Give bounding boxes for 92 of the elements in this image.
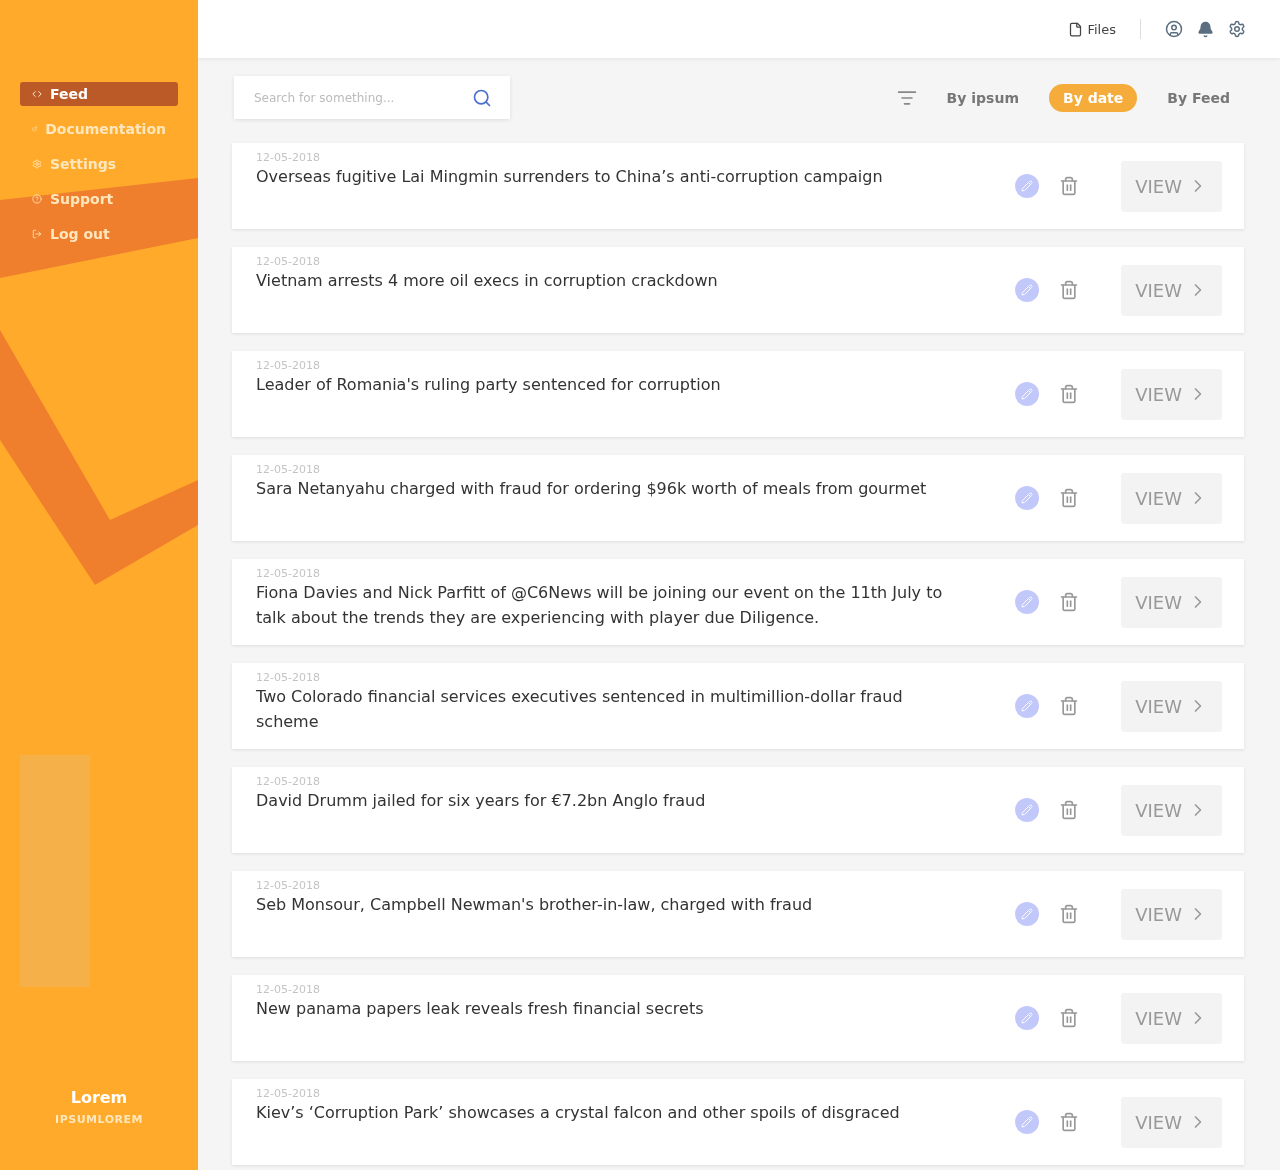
trash-icon bbox=[1059, 1112, 1080, 1132]
feed-date: 12-05-2018 bbox=[256, 567, 321, 580]
delete-button[interactable] bbox=[1059, 384, 1080, 404]
edit-button[interactable] bbox=[1015, 382, 1040, 406]
view-button[interactable]: VIEW bbox=[1121, 888, 1222, 940]
pencil-icon bbox=[1021, 180, 1034, 192]
feed-date: 12-05-2018 bbox=[256, 671, 321, 684]
trash-icon bbox=[1059, 384, 1080, 404]
external-link-icon bbox=[32, 124, 38, 134]
view-button[interactable]: VIEW bbox=[1121, 1096, 1222, 1148]
feed-date: 12-05-2018 bbox=[256, 255, 321, 268]
feed-title: Kiev’s ‘Corruption Park’ showcases a crystal falcon and other spoils of disgraced bbox=[256, 1102, 901, 1124]
view-button[interactable]: VIEW bbox=[1121, 680, 1222, 732]
edit-button[interactable] bbox=[1015, 590, 1040, 614]
view-button[interactable]: VIEW bbox=[1121, 368, 1222, 420]
feed-title: Leader of Romania's ruling party sentenced for corruption bbox=[256, 374, 722, 396]
brand-subtitle: IPSUMLOREM bbox=[55, 1113, 143, 1126]
feed-title: David Drumm jailed for six years for €7.2bn Anglo fraud bbox=[256, 790, 707, 812]
search-icon[interactable] bbox=[472, 87, 492, 108]
edit-button[interactable] bbox=[1015, 1110, 1040, 1134]
trash-icon bbox=[1059, 800, 1080, 820]
delete-button[interactable] bbox=[1059, 488, 1080, 508]
trash-icon bbox=[1059, 904, 1080, 924]
edit-button[interactable] bbox=[1015, 486, 1040, 510]
edit-button[interactable] bbox=[1015, 902, 1040, 926]
feed-date: 12-05-2018 bbox=[256, 879, 321, 892]
trash-icon bbox=[1059, 592, 1080, 612]
feed-title: Vietnam arrests 4 more oil execs in corruption crackdown bbox=[256, 270, 719, 292]
feed-date: 12-05-2018 bbox=[256, 983, 321, 996]
trash-icon bbox=[1059, 176, 1080, 196]
view-button[interactable]: VIEW bbox=[1121, 784, 1222, 836]
feed-title: Sara Netanyahu charged with fraud for ordering $96k worth of meals from gourmet bbox=[256, 478, 928, 500]
logout-icon bbox=[32, 229, 42, 239]
sort-tab[interactable]: By date bbox=[1049, 83, 1138, 112]
pencil-icon bbox=[1021, 1116, 1034, 1128]
delete-button[interactable] bbox=[1059, 800, 1080, 820]
feed-title: Overseas fugitive Lai Mingmin surrenders to China’s anti-corruption campaign bbox=[256, 166, 884, 188]
view-button[interactable]: VIEW bbox=[1121, 992, 1222, 1044]
delete-button[interactable] bbox=[1059, 1112, 1080, 1132]
feed-date: 12-05-2018 bbox=[256, 775, 321, 788]
delete-button[interactable] bbox=[1059, 176, 1080, 196]
code-icon bbox=[32, 89, 42, 99]
delete-button[interactable] bbox=[1059, 904, 1080, 924]
delete-button[interactable] bbox=[1059, 280, 1080, 300]
trash-icon bbox=[1059, 488, 1080, 508]
view-button[interactable]: VIEW bbox=[1121, 264, 1222, 316]
pencil-icon bbox=[1021, 284, 1034, 296]
settings-icon[interactable] bbox=[1228, 20, 1246, 38]
delete-button[interactable] bbox=[1059, 592, 1080, 612]
sidebar-item[interactable]: Log out bbox=[20, 222, 178, 246]
pencil-icon bbox=[1021, 492, 1034, 504]
edit-button[interactable] bbox=[1015, 694, 1040, 718]
feed-title: Fiona Davies and Nick Parfitt of @C6News will be joining our event on the 11th July to talk about the trends they are experiencing with player due Diligence. bbox=[256, 582, 944, 629]
feed-title: Seb Monsour, Campbell Newman's brother-in-law, charged with fraud bbox=[256, 894, 814, 916]
feed-date: 12-05-2018 bbox=[256, 1087, 321, 1100]
edit-button[interactable] bbox=[1015, 174, 1040, 198]
user-icon[interactable] bbox=[1165, 20, 1183, 38]
trash-icon bbox=[1059, 1008, 1080, 1028]
search-field[interactable]: Search for something... bbox=[234, 76, 510, 119]
file-icon bbox=[1068, 21, 1084, 37]
sidebar-item[interactable]: Settings bbox=[20, 152, 178, 176]
delete-button[interactable] bbox=[1059, 1008, 1080, 1028]
brand-title: Lorem bbox=[70, 1088, 128, 1107]
files-link[interactable]: Files bbox=[1068, 21, 1116, 37]
feed-title: New panama papers leak reveals fresh financial secrets bbox=[256, 998, 705, 1020]
feed-date: 12-05-2018 bbox=[256, 463, 321, 476]
feed-date: 12-05-2018 bbox=[256, 151, 321, 164]
pencil-icon bbox=[1021, 1012, 1034, 1024]
edit-button[interactable] bbox=[1015, 1006, 1040, 1030]
pencil-icon bbox=[1021, 804, 1034, 816]
bell-icon[interactable] bbox=[1197, 20, 1214, 38]
gear-icon bbox=[32, 159, 42, 169]
sidebar-item[interactable]: Support bbox=[20, 187, 178, 211]
pencil-icon bbox=[1021, 908, 1034, 920]
sidebar-item[interactable]: Feed bbox=[20, 82, 178, 106]
sidebar-item[interactable]: Documentation bbox=[20, 117, 178, 141]
sort-tab[interactable]: By Feed bbox=[1153, 83, 1244, 112]
trash-icon bbox=[1059, 280, 1080, 300]
pencil-icon bbox=[1021, 388, 1034, 400]
feed-title: Two Colorado financial services executives sentenced in multimillion-dollar fraud scheme bbox=[256, 686, 904, 733]
sort-tab[interactable]: By ipsum bbox=[932, 83, 1033, 112]
question-icon bbox=[32, 194, 42, 204]
edit-button[interactable] bbox=[1015, 278, 1040, 302]
pencil-icon bbox=[1021, 700, 1034, 712]
trash-icon bbox=[1059, 696, 1080, 716]
view-button[interactable]: VIEW bbox=[1121, 472, 1222, 524]
edit-button[interactable] bbox=[1015, 798, 1040, 822]
feed-date: 12-05-2018 bbox=[256, 359, 321, 372]
view-button[interactable]: VIEW bbox=[1121, 576, 1222, 628]
pencil-icon bbox=[1021, 596, 1034, 608]
view-button[interactable]: VIEW bbox=[1121, 160, 1222, 212]
delete-button[interactable] bbox=[1059, 696, 1080, 716]
